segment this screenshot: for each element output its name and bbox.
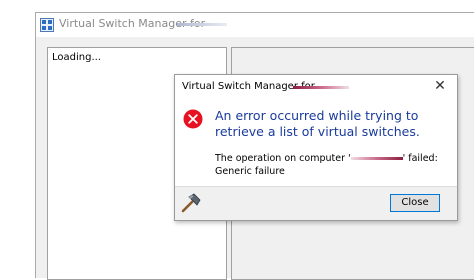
- close-button[interactable]: Close: [390, 194, 440, 212]
- virtual-switch-manager-icon: [40, 17, 54, 32]
- hammer-icon: [179, 191, 203, 215]
- dialog-footer: Close: [175, 186, 457, 220]
- error-detail-prefix: The operation on computer ': [215, 153, 351, 164]
- redacted-computer-name: [293, 86, 349, 89]
- error-heading: An error occurred while trying to retrie…: [215, 108, 420, 139]
- error-icon: [183, 109, 203, 129]
- close-icon[interactable]: ✕: [431, 77, 449, 95]
- error-dialog: Virtual Switch Manager for ✕ An error oc…: [174, 74, 458, 221]
- redacted-computer-name: [177, 23, 227, 26]
- redacted-computer-name: [350, 157, 403, 160]
- error-detail: The operation on computer ' ' failed: Gen…: [215, 152, 451, 178]
- loading-text: Loading...: [52, 52, 101, 63]
- main-title-bar[interactable]: Virtual Switch Manager for: [36, 13, 474, 37]
